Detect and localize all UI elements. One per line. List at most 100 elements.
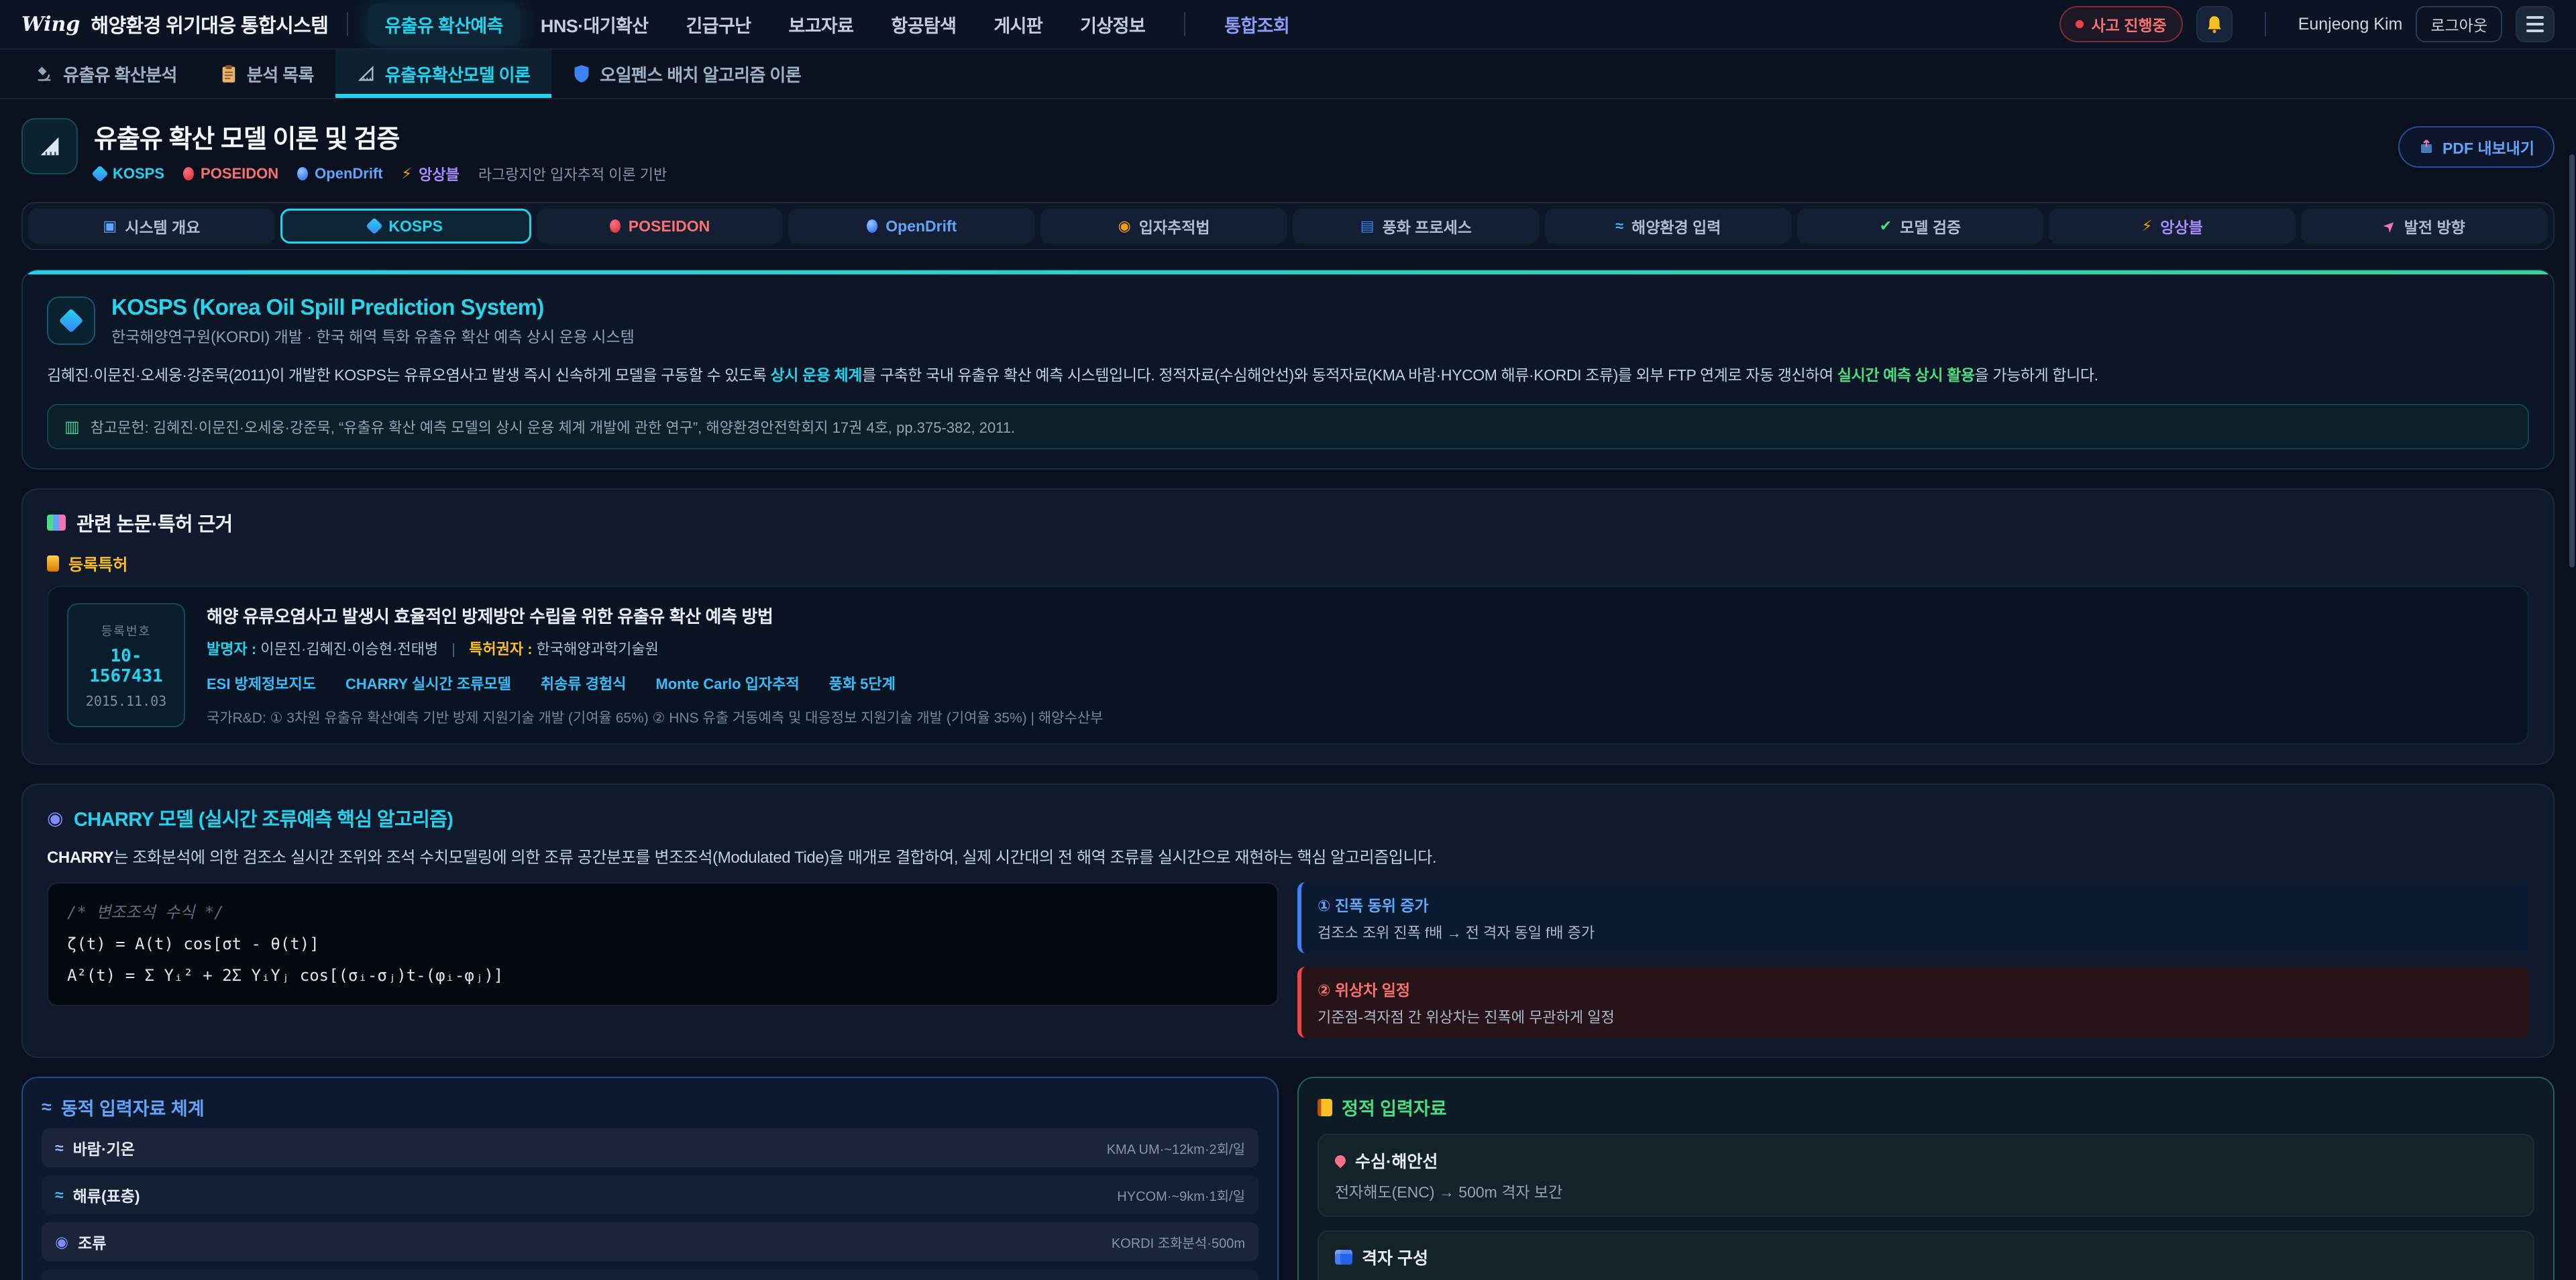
export-icon: [2418, 139, 2434, 155]
chip-weathering-process[interactable]: ▤풍화 프로세스: [1293, 209, 1540, 244]
wave-icon: ≈: [42, 1097, 52, 1118]
clipboard-icon: [220, 64, 237, 83]
app-logo[interactable]: Wing 해양환경 위기대응 통합시스템: [21, 10, 328, 38]
notification-button[interactable]: [2196, 6, 2233, 42]
blue-orb-icon: [297, 167, 308, 180]
incident-status-badge[interactable]: 사고 진행중: [2059, 6, 2183, 42]
nav-hns-air-diffusion[interactable]: HNS·대기확산: [523, 3, 666, 46]
chat-icon: ▤: [1360, 217, 1375, 235]
chip-future-direction[interactable]: ➤발전 방향: [2301, 209, 2548, 244]
kosps-header: KOSPS (Korea Oil Spill Prediction System…: [47, 295, 2529, 347]
tab-analysis-list[interactable]: 분석 목록: [199, 50, 335, 98]
tag-charry-model[interactable]: CHARRY 실시간 조류모델: [345, 672, 511, 694]
bolt-icon: ⚡: [402, 165, 412, 182]
modulated-tide-equation-block: /* 변조조석 수식 */ ζ(t) = A(t) cos[σt - θ(t)]…: [47, 882, 1279, 1006]
assignee-label: 특허권자 :: [469, 641, 532, 657]
chip-poseidon[interactable]: POSEIDON: [537, 209, 784, 244]
tag-esi-map[interactable]: ESI 방제정보지도: [207, 672, 316, 694]
diamond-icon: [366, 217, 383, 234]
row-tidal-current[interactable]: ◉조류 KORDI 조화분석·500m: [42, 1222, 1258, 1261]
static-input-card: 정적 입력자료 수심·해안선 전자해도(ENC) → 500m 격자 보간 격자…: [1297, 1077, 2555, 1280]
menu-button[interactable]: [2516, 6, 2555, 42]
badge-poseidon: POSEIDON: [183, 165, 278, 182]
tab-diffusion-model-theory[interactable]: 유출유확산모델 이론: [335, 50, 552, 98]
app-window: Wing 해양환경 위기대응 통합시스템 유출유 확산예측 HNS·대기확산 긴…: [0, 0, 2576, 1280]
nav-divider: [1184, 12, 1185, 36]
charry-section: ◉ CHARRY 모델 (실시간 조류예측 핵심 알고리즘) CHARRY는 조…: [21, 784, 2555, 1058]
item-bathymetry-coastline[interactable]: 수심·해안선 전자해도(ENC) → 500m 격자 보간: [1318, 1134, 2534, 1217]
nav-reports[interactable]: 보고자료: [771, 3, 871, 46]
tag-weathering-5steps[interactable]: 풍화 5단계: [829, 672, 896, 694]
chip-marine-env-input[interactable]: ≈해양환경 입력: [1545, 209, 1792, 244]
tide-icon: ◉: [55, 1233, 68, 1251]
patent-meta: 발명자 : 이문진·김혜진·이승현·전태병 | 특허권자 : 한국해양과학기술원: [207, 637, 1103, 659]
map-icon: [1335, 1250, 1352, 1265]
notebook-icon: [1318, 1099, 1332, 1116]
callout-phase-constant: ② 위상차 일정 기준점-격자점 간 위상차는 진폭에 무관하게 일정: [1297, 967, 2529, 1038]
assignee-name: 한국해양과학기술원: [537, 641, 659, 657]
page-header: 유출유 확산 모델 이론 및 검증 KOSPS POSEIDON OpenDri…: [21, 118, 2555, 184]
triangle-ruler-icon: [36, 133, 63, 160]
badge-ensemble: ⚡앙상블: [402, 163, 460, 184]
evidence-title-row: 관련 논문·특허 근거: [47, 509, 2529, 537]
hamburger-icon: [2526, 16, 2544, 19]
section-nav: ▣시스템 개요 KOSPS POSEIDON OpenDrift ◉입자추적법 …: [21, 202, 2555, 250]
row-wind-temp[interactable]: ≈바람·기온 KMA UM·~12km·2회/일: [42, 1128, 1258, 1167]
nav-weather-info[interactable]: 기상정보: [1063, 3, 1163, 46]
charry-title: CHARRY 모델 (실시간 조류예측 핵심 알고리즘): [74, 804, 453, 832]
page-titles: 유출유 확산 모델 이론 및 검증 KOSPS POSEIDON OpenDri…: [94, 118, 667, 184]
evidence-section: 관련 논문·특허 근거 등록특허 등록번호 10-1567431 2015.11…: [21, 488, 2555, 765]
top-header: Wing 해양환경 위기대응 통합시스템 유출유 확산예측 HNS·대기확산 긴…: [0, 0, 2576, 50]
callout-amplitude-increase: ① 진폭 동위 증가 검조소 조위 진폭 f배 → 전 격자 동일 f배 증가: [1297, 882, 2529, 953]
nav-integrated-search[interactable]: 통합조회: [1207, 3, 1307, 46]
logo-wing-mark: Wing: [21, 13, 80, 36]
patent-tag-row: ESI 방제정보지도 CHARRY 실시간 조류모델 취송류 경험식 Monte…: [207, 672, 1103, 694]
charry-description: CHARRY는 조화분석에 의한 검조소 실시간 조위와 조석 수치모델링에 의…: [47, 844, 2529, 867]
tag-monte-carlo[interactable]: Monte Carlo 입자추적: [655, 672, 799, 694]
nav-board[interactable]: 게시판: [976, 3, 1060, 46]
registration-number: 10-1567431: [76, 646, 176, 686]
pin-icon: [1333, 1153, 1348, 1169]
item-grid-composition[interactable]: 격자 구성 좌표변환 → 영역추출 → 격자보간 표준화: [1318, 1230, 2534, 1280]
current-icon: ≈: [55, 1186, 64, 1204]
patent-label: 등록특허: [68, 551, 127, 575]
bell-icon: [2206, 15, 2223, 34]
national-rnd-note: 국가R&D: ① 3차원 유출유 확산예측 기반 방제 지원기술 개발 (기여율…: [207, 707, 1103, 727]
logout-button[interactable]: 로그아웃: [2416, 6, 2502, 42]
books-icon: [47, 515, 66, 531]
page-scrollbar[interactable]: [2569, 154, 2575, 568]
tab-spill-analysis[interactable]: 유출유 확산분석: [13, 50, 199, 98]
static-input-title-row: 정적 입력자료: [1318, 1094, 2534, 1120]
chip-opendrift[interactable]: OpenDrift: [788, 209, 1035, 244]
pdf-export-button[interactable]: PDF 내보내기: [2398, 126, 2555, 168]
diamond-icon: [59, 309, 84, 333]
dynamic-input-card: ≈ 동적 입력자료 체계 ≈바람·기온 KMA UM·~12km·2회/일 ≈해…: [21, 1077, 1279, 1280]
triangle-ruler-icon: [357, 64, 376, 83]
code-comment: /* 변조조석 수식 */: [67, 897, 1258, 928]
row-sst[interactable]: ▮표층수온(SST) NOAA AVHRR·~5.4km: [42, 1269, 1258, 1280]
badge-opendrift: OpenDrift: [297, 165, 382, 182]
nav-emergency-rescue[interactable]: 긴급구난: [668, 3, 768, 46]
tab-oil-fence-algorithm-theory[interactable]: 오일펜스 배치 알고리즘 이론: [551, 50, 822, 98]
chip-model-validation[interactable]: ✔모델 검증: [1797, 209, 2044, 244]
tag-wind-driven-formula[interactable]: 취송류 경험식: [541, 672, 627, 694]
app-title: 해양환경 위기대응 통합시스템: [91, 10, 328, 38]
kosps-subtitle: 한국해양연구원(KORDI) 개발 · 한국 해역 특화 유출유 확산 예측 상…: [111, 324, 635, 347]
chip-ensemble[interactable]: ⚡앙상블: [2049, 209, 2296, 244]
page-title: 유출유 확산 모델 이론 및 검증: [94, 118, 667, 155]
kosps-description: 김혜진·이문진·오세웅·강준묵(2011)이 개발한 KOSPS는 유류오염사고…: [47, 362, 2529, 389]
dynamic-input-title: 동적 입력자료 체계: [61, 1094, 205, 1120]
row-surface-current[interactable]: ≈해류(표층) HYCOM·~9km·1회/일: [42, 1175, 1258, 1214]
nav-oil-spill-prediction[interactable]: 유출유 확산예측: [367, 3, 521, 46]
chip-kosps[interactable]: KOSPS: [280, 209, 531, 244]
chip-particle-tracking[interactable]: ◉입자추적법: [1040, 209, 1287, 244]
book-icon: ▥: [64, 417, 80, 437]
wave-icon: ≈: [1615, 217, 1623, 235]
chip-system-overview[interactable]: ▣시스템 개요: [28, 209, 275, 244]
header-divider: [347, 12, 348, 36]
reference-box: ▥ 참고문헌: 김혜진·이문진·오세웅·강준묵, “유출유 확산 예측 모델의 …: [47, 404, 2529, 449]
spiral-icon: ◉: [47, 807, 63, 829]
patent-item[interactable]: 등록번호 10-1567431 2015.11.03 해양 유류오염사고 발생시…: [47, 586, 2529, 745]
registration-number-label: 등록번호: [76, 622, 176, 639]
nav-aerial-search[interactable]: 항공탐색: [873, 3, 973, 46]
